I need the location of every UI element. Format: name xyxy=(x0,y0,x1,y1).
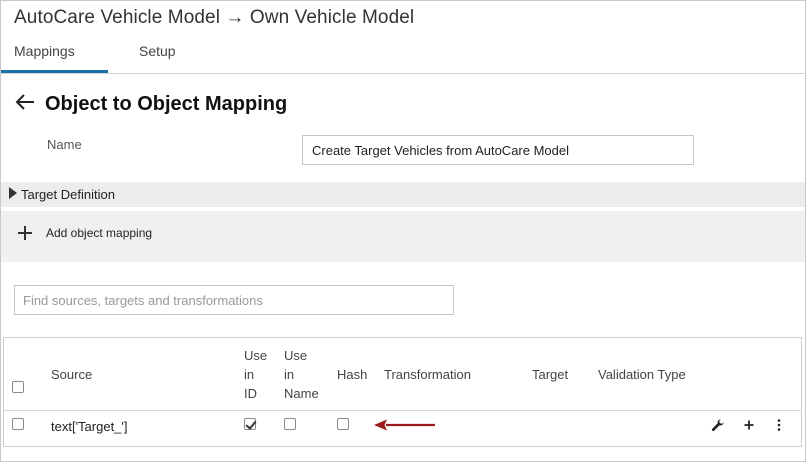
name-input[interactable] xyxy=(302,135,694,165)
column-header-use-in-name[interactable]: Use in Name xyxy=(284,346,319,403)
tab-mappings[interactable]: Mappings xyxy=(14,43,75,59)
header-line: in xyxy=(284,367,295,382)
expand-triangle-icon xyxy=(9,187,17,199)
plus-icon xyxy=(18,226,32,240)
search-input[interactable] xyxy=(14,285,454,315)
tab-setup[interactable]: Setup xyxy=(139,43,176,59)
use-in-id-checkbox[interactable] xyxy=(244,418,256,430)
header-line: Use xyxy=(244,348,268,363)
column-header-transformation[interactable]: Transformation xyxy=(384,365,471,384)
page-title: Object to Object Mapping xyxy=(45,93,288,115)
add-object-mapping-button[interactable]: Add object mapping xyxy=(18,226,152,240)
annotation-arrow-icon xyxy=(374,419,435,431)
column-header-hash[interactable]: Hash xyxy=(337,365,367,384)
select-all-checkbox[interactable] xyxy=(12,381,24,393)
mapping-table: Source Use in ID Use in Name Hash Transf… xyxy=(3,337,802,447)
column-header-source[interactable]: Source xyxy=(51,365,92,384)
target-definition-label: Target Definition xyxy=(21,187,115,202)
column-header-target[interactable]: Target xyxy=(532,365,568,384)
add-object-mapping-label: Add object mapping xyxy=(46,226,153,240)
hash-checkbox[interactable] xyxy=(337,418,349,430)
use-in-name-checkbox[interactable] xyxy=(284,418,296,430)
column-header-validation-type[interactable]: Validation Type xyxy=(598,365,686,384)
header-line: in xyxy=(244,367,255,382)
header-line: ID xyxy=(244,386,257,401)
name-label: Name xyxy=(47,137,82,152)
window-title: AutoCare Vehicle Model → Own Vehicle Mod… xyxy=(14,7,415,28)
back-arrow-icon[interactable] xyxy=(15,92,37,112)
header-line: Name xyxy=(284,386,319,401)
tab-bar-divider xyxy=(1,73,805,74)
more-vertical-icon[interactable] xyxy=(771,416,787,434)
row-add-icon[interactable] xyxy=(741,416,757,434)
row-source-cell: text['Target_'] xyxy=(51,419,128,434)
target-definition-toggle[interactable]: Target Definition xyxy=(1,182,805,207)
header-row-divider xyxy=(4,410,801,411)
wrench-icon[interactable] xyxy=(710,416,726,434)
row-select-checkbox[interactable] xyxy=(12,418,24,430)
header-line: Use xyxy=(284,348,308,363)
column-header-use-in-id[interactable]: Use in ID xyxy=(244,346,267,403)
